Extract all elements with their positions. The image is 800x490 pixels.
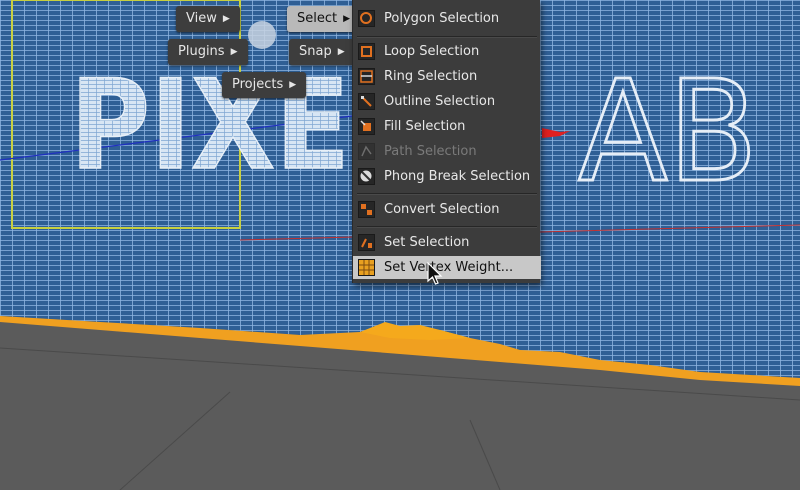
submenu-arrow-icon: ▶ <box>337 47 345 57</box>
plugins-label: Plugins <box>178 44 225 59</box>
menu-item-loop-selection[interactable]: Loop Selection <box>353 40 541 63</box>
projects-menu-pill[interactable]: Projects ▶ <box>222 72 307 98</box>
scene-text-right: AB <box>578 51 758 214</box>
select-dropdown-menu: Polygon Selection Loop Selection Ring Se… <box>352 0 541 283</box>
fill-selection-icon <box>358 118 375 135</box>
submenu-arrow-icon: ▶ <box>289 80 297 90</box>
scene-text-left: PIXE <box>70 54 350 198</box>
menu-item-fill-selection[interactable]: Fill Selection <box>353 115 541 138</box>
select-label: Select <box>297 11 338 26</box>
path-selection-icon <box>358 143 375 160</box>
polygon-selection-icon <box>358 10 375 27</box>
menu-item-set-selection[interactable]: Set Selection <box>353 231 541 254</box>
menu-item-polygon-selection[interactable]: Polygon Selection <box>353 7 541 30</box>
projects-label: Projects <box>232 77 284 92</box>
loop-selection-icon <box>358 43 375 60</box>
menu-item-phong-break-selection[interactable]: Phong Break Selection <box>353 165 541 188</box>
snap-label: Snap <box>299 44 332 59</box>
set-selection-icon <box>358 234 375 251</box>
vertex-weight-icon <box>358 259 375 276</box>
plugins-menu-pill[interactable]: Plugins ▶ <box>168 39 248 65</box>
view-menu-pill[interactable]: View ▶ <box>176 6 240 32</box>
menu-item-set-vertex-weight[interactable]: Set Vertex Weight... <box>353 256 541 279</box>
submenu-arrow-icon: ▶ <box>222 14 230 24</box>
menu-item-outline-selection[interactable]: Outline Selection <box>353 90 541 113</box>
submenu-arrow-icon: ▶ <box>343 14 351 24</box>
mouse-pointer-icon <box>427 262 443 285</box>
menu-item-convert-selection[interactable]: Convert Selection <box>353 198 541 221</box>
select-menu-pill[interactable]: Select ▶ <box>287 6 361 32</box>
view-label: View <box>186 11 217 26</box>
outline-selection-icon <box>358 93 375 110</box>
submenu-arrow-icon: ▶ <box>230 47 238 57</box>
snap-menu-pill[interactable]: Snap ▶ <box>289 39 355 65</box>
ring-selection-icon <box>358 68 375 85</box>
menu-item-ring-selection[interactable]: Ring Selection <box>353 65 541 88</box>
menu-item-path-selection[interactable]: Path Selection <box>353 140 541 163</box>
phong-break-icon <box>358 168 375 185</box>
convert-selection-icon <box>358 201 375 218</box>
